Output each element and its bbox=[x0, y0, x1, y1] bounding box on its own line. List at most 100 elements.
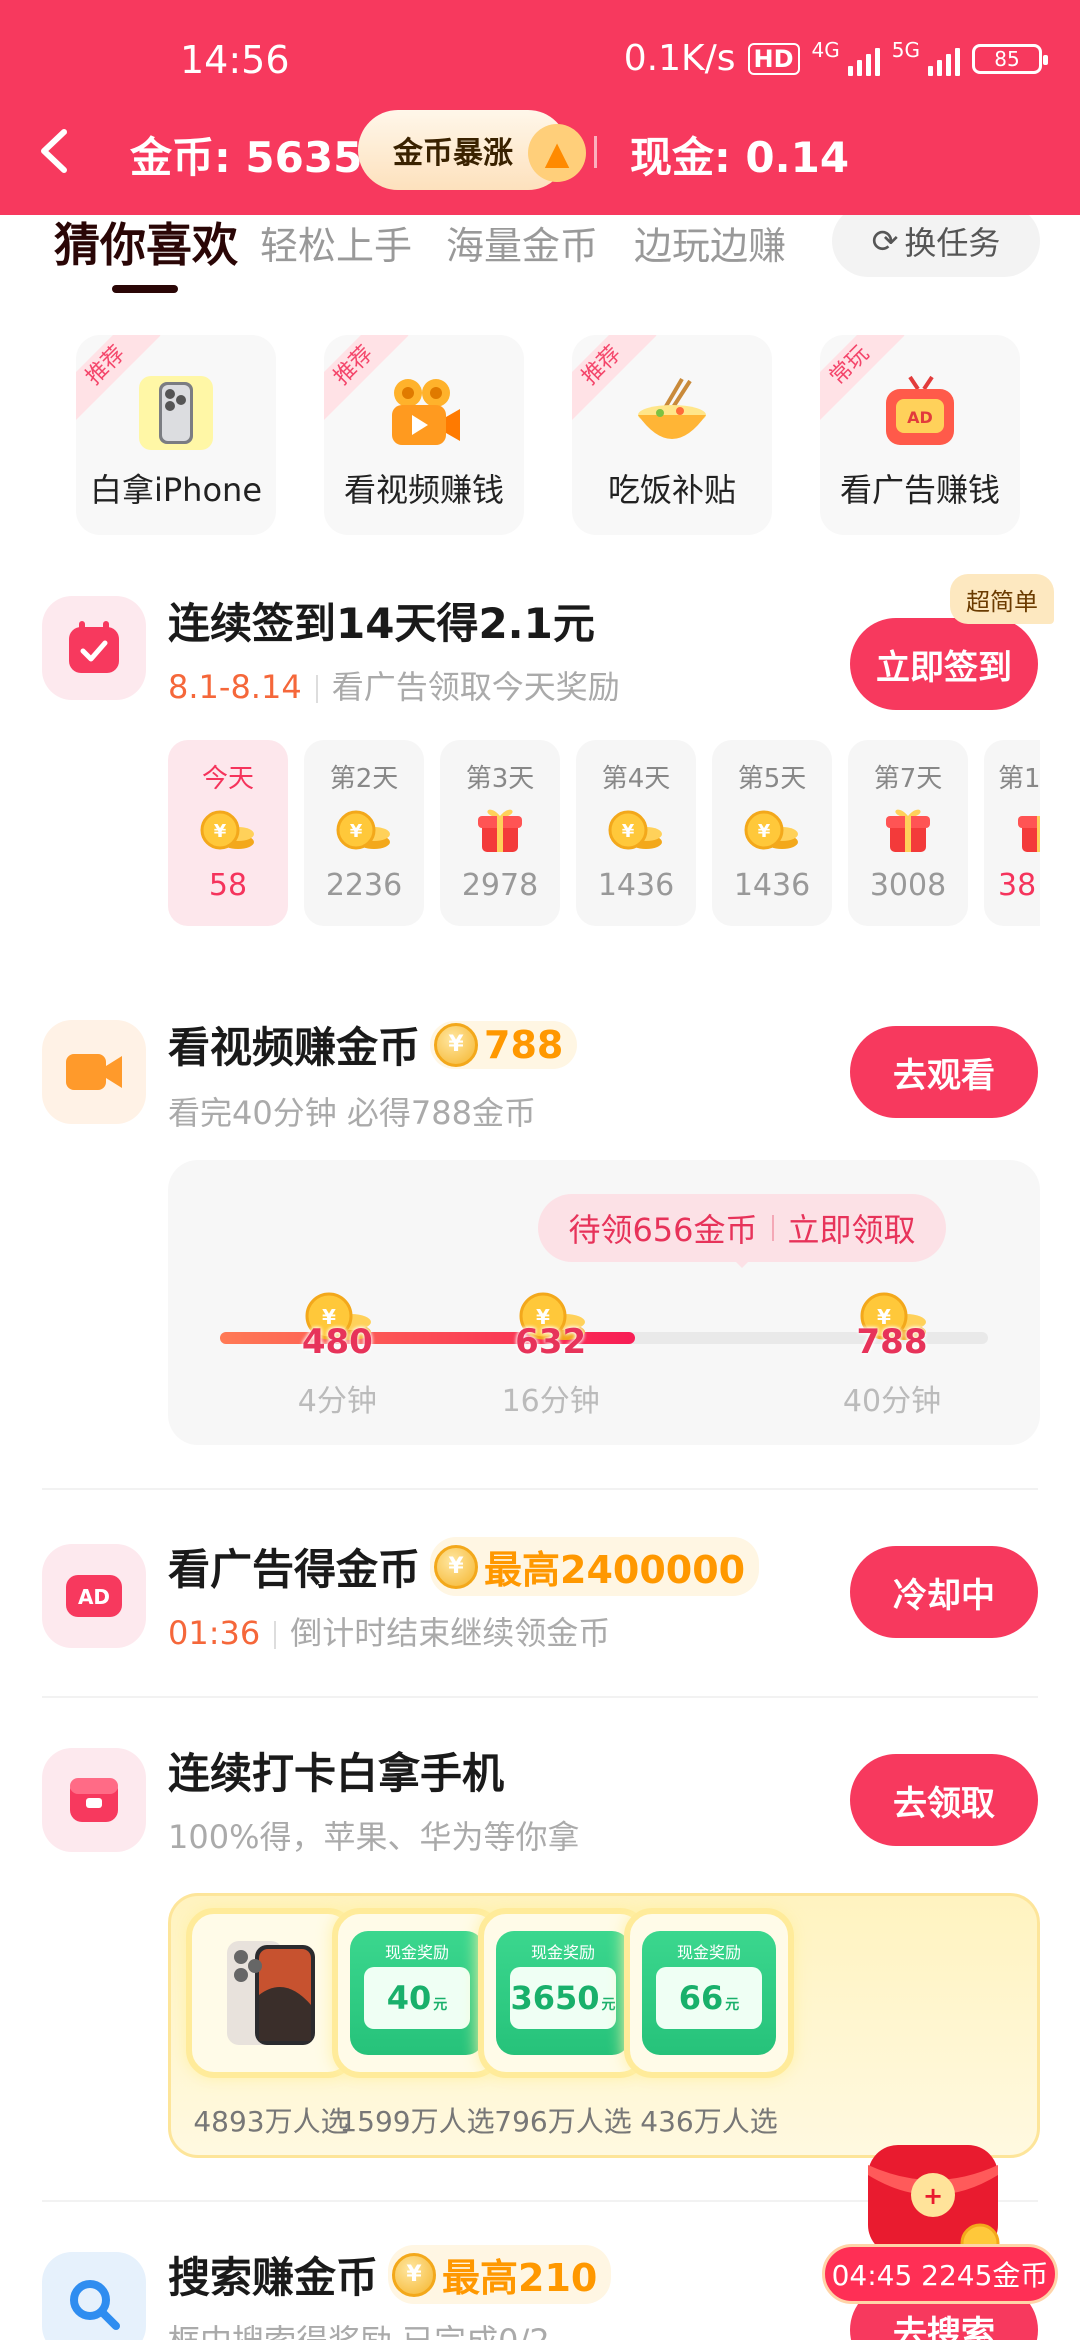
checkin-day[interactable]: 第2天 ¥ 2236 bbox=[304, 740, 424, 926]
quick-entry-meal-subsidy[interactable]: 推荐 吃饭补贴 bbox=[572, 335, 772, 535]
svg-text:¥: ¥ bbox=[350, 821, 363, 842]
day-value: 2978 bbox=[461, 868, 539, 903]
currency-unit: 元 bbox=[601, 1997, 616, 2013]
coin-icon: ¥ bbox=[392, 2252, 437, 2297]
checkin-day[interactable]: 第4天 ¥ 1436 bbox=[576, 740, 696, 926]
gift-icon bbox=[886, 809, 930, 852]
progress-milestone: ¥ 788 40分钟 bbox=[832, 1288, 952, 1420]
coin-icon: ¥ bbox=[434, 1022, 479, 1067]
cash-balance[interactable]: 现金: 0.14 bbox=[630, 124, 849, 185]
header-divider bbox=[594, 136, 597, 168]
prize-box: 现金奖励 66 元 bbox=[624, 1908, 794, 2078]
checkin-day[interactable]: 第1 38 bbox=[984, 740, 1040, 926]
svg-text:+: + bbox=[923, 2182, 943, 2210]
search-reward-value: 最高210 bbox=[442, 2256, 598, 2300]
day-value: 38 bbox=[998, 868, 1037, 903]
watch-video-button[interactable]: 去观看 bbox=[850, 1026, 1038, 1118]
quick-entry-label: 白拿iPhone bbox=[89, 471, 263, 509]
reward-pill: ¥ 最高210 bbox=[388, 2245, 612, 2304]
svg-text:AD: AD bbox=[907, 408, 933, 427]
checkin-title: 连续签到14天得2.1元 bbox=[168, 599, 595, 648]
section-divider bbox=[42, 1696, 1038, 1698]
svg-text:¥: ¥ bbox=[214, 821, 227, 842]
reward-pill: ¥ 最高2400000 bbox=[430, 1537, 760, 1596]
day-value: 1436 bbox=[597, 868, 675, 903]
milestone-time: 16分钟 bbox=[501, 1384, 600, 1419]
milestone-value: 788 bbox=[856, 1322, 928, 1362]
day-label: 第4天 bbox=[601, 764, 671, 794]
top-header: 14:56 0.1K/s HD 4G 5G 85 金币: 56353 金币暴涨 … bbox=[0, 0, 1080, 215]
quick-entry-watch-ads[interactable]: 常玩 AD 看广告赚钱 bbox=[820, 335, 1020, 535]
cash-card-title: 现金奖励 bbox=[676, 1943, 741, 1962]
prize-option[interactable]: 现金奖励 66 元 436万人选 bbox=[619, 1908, 799, 2140]
checkin-day[interactable]: 第3天 2978 bbox=[440, 740, 560, 926]
coin-surge-button[interactable]: 金币暴涨 ▲ bbox=[358, 110, 586, 190]
coins-icon: ¥ bbox=[336, 810, 390, 850]
red-packet-timer[interactable]: 04:45 2245金币 bbox=[822, 2244, 1058, 2304]
checkin-day[interactable]: 今天 ¥ 58 bbox=[168, 740, 288, 926]
coin-balance[interactable]: 金币: 56353 bbox=[130, 124, 392, 185]
active-tab-indicator bbox=[112, 285, 178, 293]
cash-card-title: 现金奖励 bbox=[530, 1943, 595, 1962]
checkin-day[interactable]: 第7天 3008 bbox=[848, 740, 968, 926]
cash-card-title: 现金奖励 bbox=[384, 1943, 449, 1962]
day-label: 第1 bbox=[998, 764, 1040, 794]
claim-now-link[interactable]: 立即领取 bbox=[788, 1205, 916, 1251]
ad-countdown: 01:36 bbox=[168, 1614, 261, 1652]
phone-prize-strip: 4893万人选 现金奖励 40 元 1599万人选 现金奖励 3650 元 796万… bbox=[168, 1893, 1040, 2158]
day-label: 第5天 bbox=[737, 764, 807, 794]
svg-text:¥: ¥ bbox=[622, 821, 635, 842]
quick-entry-label: 看广告赚钱 bbox=[839, 471, 1000, 509]
checkin-day[interactable]: 第5天 ¥ 1436 bbox=[712, 740, 832, 926]
ad-task-subtitle: 01:36 倒计时结束继续领金币 bbox=[168, 1608, 610, 1654]
quick-entry-row: 推荐 白拿iPhone 推荐 看视频赚钱 推荐 吃饭补贴 常玩 AD 看广告赚钱 bbox=[76, 335, 1020, 535]
gift-icon bbox=[478, 809, 522, 852]
network-5g-label: 5G bbox=[891, 38, 920, 62]
day-label: 第3天 bbox=[465, 764, 535, 794]
claim-phone-button[interactable]: 去领取 bbox=[850, 1754, 1038, 1846]
checkin-button[interactable]: 立即签到 bbox=[850, 618, 1038, 710]
tab-massive-coins[interactable]: 海量金币 bbox=[446, 215, 598, 270]
network-4g-label: 4G bbox=[811, 38, 840, 62]
ad-reward-value: 最高2400000 bbox=[484, 1548, 746, 1592]
status-indicators: 0.1K/s HD 4G 5G 85 bbox=[624, 38, 1048, 79]
arrow-up-icon: ▲ bbox=[528, 124, 586, 182]
quick-entry-label: 看视频赚钱 bbox=[343, 471, 504, 509]
cash-reward-card: 现金奖励 3650 元 bbox=[496, 1931, 630, 2055]
category-tabs: 猜你喜欢 轻松上手 海量金币 边玩边赚 ⟳ 换任务 bbox=[0, 205, 1080, 305]
claim-coins-bubble[interactable]: 待领656金币 立即领取 bbox=[538, 1194, 946, 1268]
change-task-button[interactable]: ⟳ 换任务 bbox=[832, 205, 1040, 277]
day-label: 第2天 bbox=[329, 764, 399, 794]
day-value: 1436 bbox=[733, 868, 811, 903]
smartphone-icon bbox=[227, 1941, 315, 2045]
search-task-title-text: 搜索赚金币 bbox=[168, 2253, 379, 2302]
checkin-days-strip[interactable]: 今天 ¥ 58 第2天 ¥ 2236 第3天 2978 第4天 ¥ 1436 第… bbox=[168, 740, 1040, 926]
tab-guess-you-like[interactable]: 猜你喜欢 bbox=[54, 209, 238, 275]
quick-entry-watch-video[interactable]: 推荐 看视频赚钱 bbox=[324, 335, 524, 535]
cash-reward-card: 现金奖励 40 元 bbox=[350, 1931, 484, 2055]
food-bowl-icon bbox=[632, 373, 712, 453]
day-label: 第7天 bbox=[873, 764, 943, 794]
checkin-subtitle: 8.1-8.14 看广告领取今天奖励 bbox=[168, 662, 620, 708]
tab-play-and-earn[interactable]: 边玩边赚 bbox=[634, 215, 786, 270]
back-button[interactable] bbox=[36, 126, 80, 176]
status-time: 14:56 bbox=[180, 38, 290, 82]
progress-milestone: ¥ 480 4分钟 bbox=[277, 1288, 397, 1420]
day-value: 2236 bbox=[325, 868, 403, 903]
day-value: 58 bbox=[208, 868, 248, 903]
bubble-divider bbox=[771, 1215, 774, 1241]
quick-entry-free-iphone[interactable]: 推荐 白拿iPhone bbox=[76, 335, 276, 535]
tab-easy-start[interactable]: 轻松上手 bbox=[260, 215, 412, 270]
milestone-time: 40分钟 bbox=[842, 1384, 942, 1419]
calendar-check-icon bbox=[42, 596, 146, 700]
ad-task-title: 看广告得金币 ¥ 最高2400000 bbox=[168, 1536, 760, 1597]
video-camera-icon bbox=[384, 373, 464, 453]
video-progress-panel: 待领656金币 立即领取 ¥ 480 4分钟 ¥ 632 16分钟 ¥ 788 … bbox=[168, 1160, 1040, 1445]
svg-text:¥: ¥ bbox=[758, 821, 771, 842]
phone-task-subtitle: 100%得，苹果、华为等你拿 bbox=[168, 1818, 580, 1856]
cash-amount: 40 bbox=[386, 1979, 432, 2017]
battery-level: 85 bbox=[994, 46, 1020, 71]
cash-amount: 66 bbox=[678, 1979, 724, 2017]
cooldown-button[interactable]: 冷却中 bbox=[850, 1546, 1038, 1638]
phone-icon bbox=[136, 373, 216, 453]
